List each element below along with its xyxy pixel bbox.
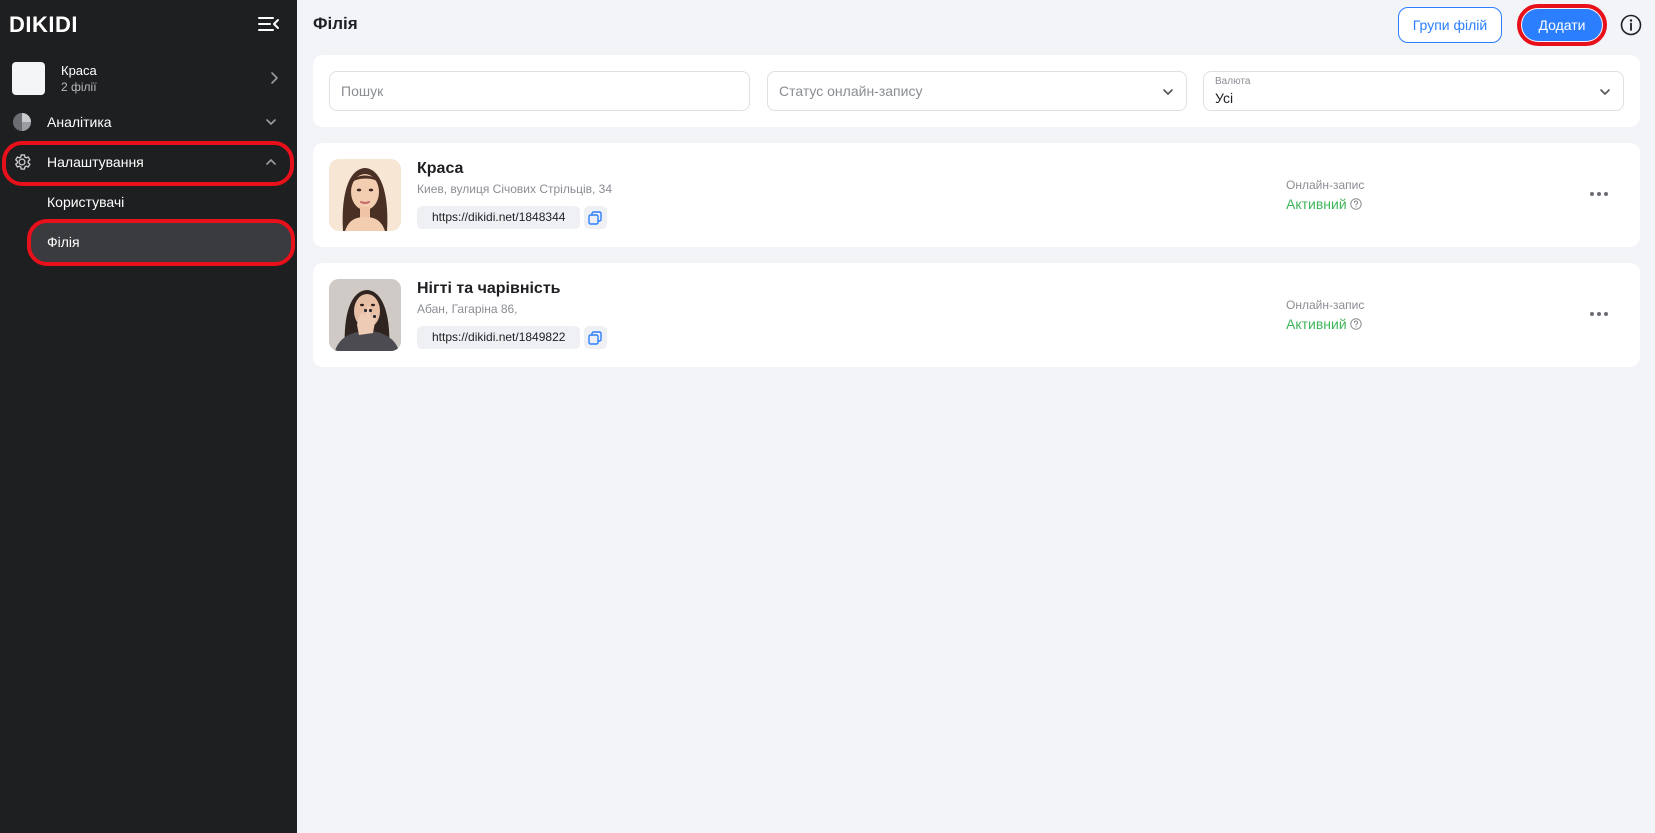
sidebar-item-analytics[interactable]: Аналітика bbox=[0, 104, 297, 140]
branch-link[interactable]: https://dikidi.net/1848344 bbox=[417, 206, 581, 229]
org-switcher[interactable]: Краса 2 філії bbox=[12, 62, 282, 96]
pie-chart-icon bbox=[13, 113, 31, 131]
question-icon[interactable] bbox=[1350, 198, 1362, 210]
branch-name[interactable]: Нігті та чарівність bbox=[417, 280, 561, 298]
sidebar-subitem-label: Користувачі bbox=[47, 194, 125, 210]
collapse-sidebar-icon[interactable] bbox=[257, 14, 281, 34]
currency-caption: Валюта bbox=[1215, 76, 1251, 87]
sidebar: DIKIDI Краса 2 філії Аналітика Налаштува… bbox=[0, 0, 297, 833]
org-branch-count: 2 філії bbox=[61, 80, 97, 94]
copy-icon bbox=[588, 331, 602, 345]
sidebar-item-settings[interactable]: Налаштування bbox=[0, 144, 297, 180]
branch-photo bbox=[329, 279, 401, 351]
more-options-icon[interactable] bbox=[1588, 187, 1610, 201]
sidebar-item-label: Аналітика bbox=[47, 114, 112, 130]
org-avatar bbox=[12, 62, 45, 95]
search-field[interactable] bbox=[329, 71, 750, 111]
branch-card: Нігті та чарівність Абан, Гагаріна 86, h… bbox=[313, 263, 1640, 367]
filters-panel: Статус онлайн-запису Валюта Усі bbox=[313, 55, 1640, 127]
chevron-down-icon bbox=[1600, 89, 1610, 95]
branch-groups-button[interactable]: Групи філій bbox=[1398, 7, 1502, 43]
online-booking-status: Активний bbox=[1286, 196, 1347, 212]
info-icon[interactable] bbox=[1620, 14, 1642, 36]
online-booking-label: Онлайн-запис bbox=[1286, 178, 1365, 192]
chevron-right-icon bbox=[271, 72, 278, 84]
online-booking-status: Активний bbox=[1286, 316, 1347, 332]
sidebar-item-label: Налаштування bbox=[47, 154, 144, 170]
chevron-down-icon bbox=[266, 119, 276, 125]
search-input[interactable] bbox=[330, 72, 749, 110]
online-booking-label: Онлайн-запис bbox=[1286, 298, 1365, 312]
page-title: Філія bbox=[313, 14, 358, 33]
question-icon[interactable] bbox=[1350, 318, 1362, 330]
currency-select[interactable]: Валюта Усі bbox=[1203, 71, 1624, 111]
copy-link-button[interactable] bbox=[584, 326, 607, 349]
sidebar-subitem-label: Філія bbox=[47, 234, 80, 250]
branch-card: Краса Киев, вулиця Січових Стрільців, 34… bbox=[313, 143, 1640, 247]
chevron-up-icon bbox=[266, 159, 276, 165]
gear-icon bbox=[15, 154, 31, 170]
copy-icon bbox=[588, 211, 602, 225]
org-name: Краса bbox=[61, 63, 97, 78]
copy-link-button[interactable] bbox=[584, 206, 607, 229]
branch-photo bbox=[329, 159, 401, 231]
online-status-select[interactable]: Статус онлайн-запису bbox=[767, 71, 1187, 111]
branch-address: Абан, Гагаріна 86, bbox=[417, 302, 518, 316]
add-button[interactable]: Додати bbox=[1522, 9, 1602, 41]
currency-value: Усі bbox=[1215, 90, 1234, 106]
sidebar-subitem-branches[interactable]: Філія bbox=[29, 222, 292, 262]
more-options-icon[interactable] bbox=[1588, 307, 1610, 321]
chevron-down-icon bbox=[1163, 89, 1173, 95]
branch-name[interactable]: Краса bbox=[417, 160, 463, 178]
sidebar-subitem-users[interactable]: Користувачі bbox=[29, 182, 292, 222]
app-logo: DIKIDI bbox=[9, 12, 78, 37]
branch-address: Киев, вулиця Січових Стрільців, 34 bbox=[417, 182, 613, 196]
online-status-placeholder: Статус онлайн-запису bbox=[779, 83, 923, 99]
branch-link[interactable]: https://dikidi.net/1849822 bbox=[417, 326, 581, 349]
